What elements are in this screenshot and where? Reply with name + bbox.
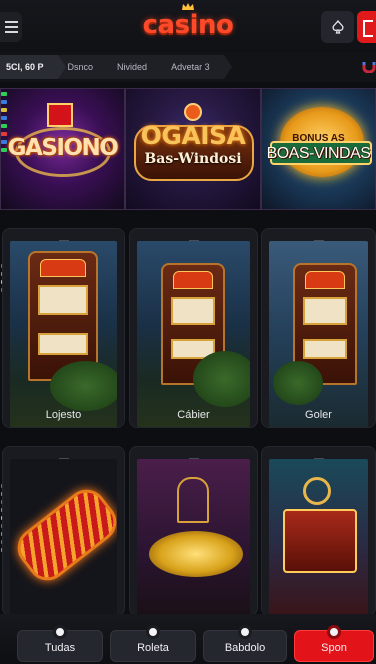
spade-icon [331, 20, 344, 34]
banner-badge-icon [184, 103, 202, 121]
game-card[interactable]: Goler [261, 228, 376, 428]
roulette-icon [146, 625, 160, 639]
game-card[interactable] [129, 446, 258, 617]
game-thumbnail [269, 459, 368, 617]
game-title: Goler [305, 409, 332, 421]
magnet-icon[interactable] [362, 61, 376, 73]
banner-subtitle: Bas-Windosi [144, 151, 242, 167]
game-title: Cábier [177, 409, 210, 421]
casino-logo[interactable]: casino [0, 10, 376, 40]
banner-kicker: BONUS AS [292, 133, 345, 144]
game-card[interactable] [2, 446, 125, 617]
banner-title: GASIONO [7, 135, 119, 161]
promo-banner[interactable]: OGAISA Bas-Windosi [125, 88, 261, 210]
chip-icon [238, 625, 252, 639]
login-button[interactable] [357, 11, 376, 43]
nav-tab-roulette[interactable]: Roleta [110, 625, 196, 662]
game-thumbnail [10, 459, 117, 617]
banner-title: BOAS-VINDAS [266, 145, 371, 162]
breadcrumb: 5CI, 60 P Dsnco Nivided Advetar 3 [0, 55, 232, 79]
card-handle [3, 447, 124, 460]
promo-banner-strip: GASIONO OGAISA Bas-Windosi BONUS AS BOAS… [0, 88, 376, 210]
foliage-image [193, 351, 250, 407]
promo-banner[interactable]: GASIONO [0, 88, 125, 210]
breadcrumb-item[interactable]: Nivided [107, 55, 170, 79]
top-header: casino [0, 0, 376, 52]
game-thumbnail [137, 241, 250, 427]
wheel-image [303, 477, 331, 505]
game-card[interactable] [261, 446, 376, 617]
banner-decoration [47, 103, 73, 127]
breadcrumb-bar: 5CI, 60 P Dsnco Nivided Advetar 3 [0, 52, 376, 82]
game-card[interactable]: Cábier [129, 228, 258, 428]
chest-image [283, 509, 357, 573]
game-thumbnail [137, 459, 250, 617]
breadcrumb-item[interactable]: 5CI, 60 P [0, 55, 66, 79]
game-card[interactable]: Lojesto [2, 228, 125, 428]
game-thumbnail [269, 241, 368, 427]
foliage-image [273, 361, 323, 405]
grid-icon [53, 625, 67, 639]
ball-icon [327, 625, 341, 639]
nav-tab-label: Spon [321, 642, 347, 654]
card-handle [130, 447, 257, 460]
side-light-rail [0, 88, 10, 152]
arch-image [177, 477, 209, 523]
game-thumbnail [10, 241, 117, 427]
game-title: Lojesto [45, 409, 82, 421]
casino-tile-image [10, 481, 117, 589]
user-account-button[interactable] [321, 11, 354, 43]
card-handle [262, 229, 375, 242]
nav-tab-all[interactable]: Tudas [17, 625, 103, 662]
card-handle [3, 229, 124, 242]
nav-tab-label: Tudas [44, 642, 76, 654]
bottom-nav: Tudas Roleta Babdolo Spon [0, 614, 376, 664]
nav-tab-tables[interactable]: Babdolo [203, 625, 287, 662]
card-handle [262, 447, 375, 460]
breadcrumb-item[interactable]: Advetar 3 [161, 55, 232, 79]
banner-title: OGAISA [140, 121, 246, 150]
nav-tab-label: Babdolo [224, 642, 266, 654]
card-handle [130, 229, 257, 242]
nav-tab-label: Roleta [137, 642, 169, 654]
treasure-image [149, 531, 243, 577]
foliage-image [50, 361, 117, 411]
nav-tab-sport[interactable]: Spon [294, 625, 374, 662]
promo-banner[interactable]: BONUS AS BOAS-VINDAS [261, 88, 376, 210]
